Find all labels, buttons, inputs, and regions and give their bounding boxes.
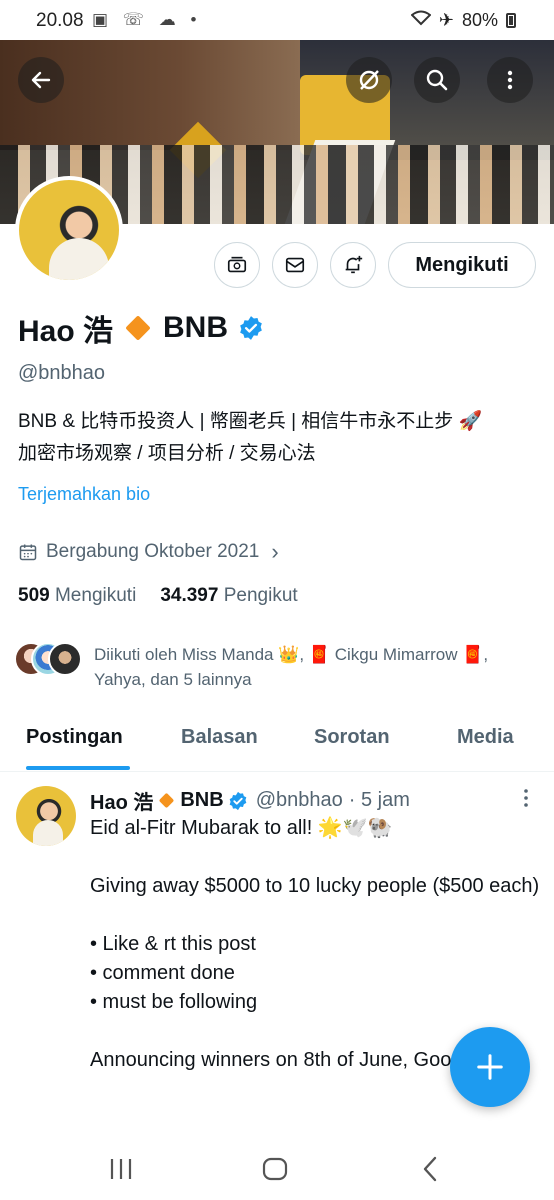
more-vertical-icon[interactable] bbox=[516, 786, 536, 810]
post-author-suffix: BNB bbox=[180, 789, 224, 811]
joined-date-row[interactable]: Bergabung Oktober 2021 › bbox=[18, 539, 279, 565]
calendar-icon bbox=[19, 544, 37, 561]
notification-icons: ▣ ☏ ☁ • bbox=[92, 10, 202, 29]
post-line: • must be following bbox=[90, 991, 258, 1013]
back-button[interactable] bbox=[18, 57, 64, 103]
back-arrow-icon bbox=[31, 71, 51, 89]
subscribe-icon bbox=[227, 256, 247, 273]
joined-text: Bergabung Oktober 2021 bbox=[46, 541, 260, 562]
avatar bbox=[48, 642, 82, 676]
wifi-icon bbox=[410, 10, 432, 31]
followed-by-line: Yahya, dan 5 lainnya bbox=[94, 670, 252, 689]
profile-bio: BNB & 比特币投资人 | 幣圈老兵 | 相信牛市永不止步 🚀 加密市场观察 … bbox=[18, 406, 538, 470]
followed-by-text: Diikuti oleh Miss Manda 👑, 🧧 Cikgu Mimar… bbox=[94, 642, 488, 692]
active-tab-indicator bbox=[26, 766, 130, 770]
avatar-shirt bbox=[49, 238, 109, 280]
grok-icon bbox=[359, 70, 379, 90]
bnb-diamond-icon bbox=[125, 315, 151, 341]
avatar-shirt bbox=[33, 820, 63, 846]
profile-name-row: Hao 浩 BNB bbox=[18, 306, 264, 350]
profile-handle: @bnbhao bbox=[18, 362, 106, 384]
status-time: 20.08 bbox=[36, 10, 84, 31]
post-time: · 5 jam bbox=[348, 789, 410, 811]
following-stat[interactable]: 509 Mengikuti bbox=[18, 585, 136, 607]
search-button[interactable] bbox=[414, 57, 460, 103]
translate-bio-link[interactable]: Terjemahkan bio bbox=[18, 484, 150, 505]
following-count: 509 bbox=[18, 585, 50, 606]
notify-add-icon bbox=[345, 255, 363, 274]
profile-avatar[interactable] bbox=[15, 176, 123, 284]
status-bar: 20.08 ▣ ☏ ☁ • ✈ 80% bbox=[0, 0, 554, 40]
followers-stat[interactable]: 34.397 Pengikut bbox=[160, 585, 297, 607]
message-icon bbox=[285, 257, 305, 273]
chevron-right-icon: › bbox=[271, 539, 279, 564]
more-vertical-icon bbox=[507, 70, 513, 90]
tab-postingan[interactable]: Postingan bbox=[26, 726, 123, 749]
subscribe-button[interactable] bbox=[214, 242, 260, 288]
airplane-icon: ✈ bbox=[438, 10, 454, 30]
grok-button[interactable] bbox=[346, 57, 392, 103]
followed-by-row[interactable]: Diikuti oleh Miss Manda 👑, 🧧 Cikgu Mimar… bbox=[14, 642, 544, 692]
followers-count: 34.397 bbox=[160, 585, 219, 606]
tab-media[interactable]: Media bbox=[457, 726, 514, 749]
post-line: • Like & rt this post bbox=[90, 933, 256, 955]
post-author-avatar[interactable] bbox=[16, 786, 76, 846]
followers-label: Pengikut bbox=[223, 585, 298, 606]
back-icon[interactable] bbox=[416, 1154, 446, 1184]
system-navigation-bar bbox=[0, 1136, 554, 1200]
bio-line: BNB & 比特币投资人 | 幣圈老兵 | 相信牛市永不止步 🚀 bbox=[18, 411, 483, 432]
message-button[interactable] bbox=[272, 242, 318, 288]
followed-by-line: Diikuti oleh Miss Manda 👑, 🧧 Cikgu Mimar… bbox=[94, 645, 489, 664]
follower-avatars bbox=[14, 642, 82, 678]
profile-tabs: Postingan Balasan Sorotan Media bbox=[0, 716, 554, 772]
bio-line: 加密市场观察 / 项目分析 / 交易心法 bbox=[18, 443, 316, 464]
post-handle: @bnbhao bbox=[255, 789, 343, 811]
verified-icon[interactable] bbox=[238, 315, 264, 341]
verified-icon bbox=[229, 791, 247, 810]
more-options-button[interactable] bbox=[487, 57, 533, 103]
post-author-name[interactable]: Hao 浩 bbox=[90, 786, 153, 815]
following-label: Mengikuti bbox=[54, 585, 137, 606]
bnb-diamond-icon bbox=[159, 792, 175, 809]
notify-button[interactable] bbox=[330, 242, 376, 288]
post-line: • comment done bbox=[90, 962, 235, 984]
battery-icon bbox=[506, 13, 516, 28]
search-icon bbox=[426, 69, 448, 91]
profile-name-suffix: BNB bbox=[163, 311, 229, 344]
recent-apps-icon[interactable] bbox=[106, 1154, 136, 1184]
home-icon[interactable] bbox=[260, 1154, 290, 1184]
post-line-blank bbox=[90, 843, 540, 872]
post-line: Giving away $5000 to 10 lucky people ($5… bbox=[90, 875, 540, 897]
tab-sorotan[interactable]: Sorotan bbox=[314, 726, 390, 749]
post-line: Eid al-Fitr Mubarak to all! 🌟🕊️🐏 bbox=[90, 817, 393, 839]
tab-balasan[interactable]: Balasan bbox=[181, 726, 258, 749]
post-header: Hao 浩 BNB @bnbhao · 5 jam bbox=[90, 786, 410, 815]
battery-text: 80% bbox=[461, 10, 498, 30]
following-button[interactable]: Mengikuti bbox=[388, 242, 536, 288]
compose-plus-icon bbox=[477, 1054, 503, 1080]
post-line-blank bbox=[90, 901, 540, 930]
status-right: ✈ 80% bbox=[410, 10, 516, 31]
follow-stats: 509 Mengikuti 34.397 Pengikut bbox=[18, 585, 298, 607]
compose-post-button[interactable] bbox=[450, 1027, 530, 1107]
profile-name: Hao 浩 bbox=[18, 315, 114, 348]
